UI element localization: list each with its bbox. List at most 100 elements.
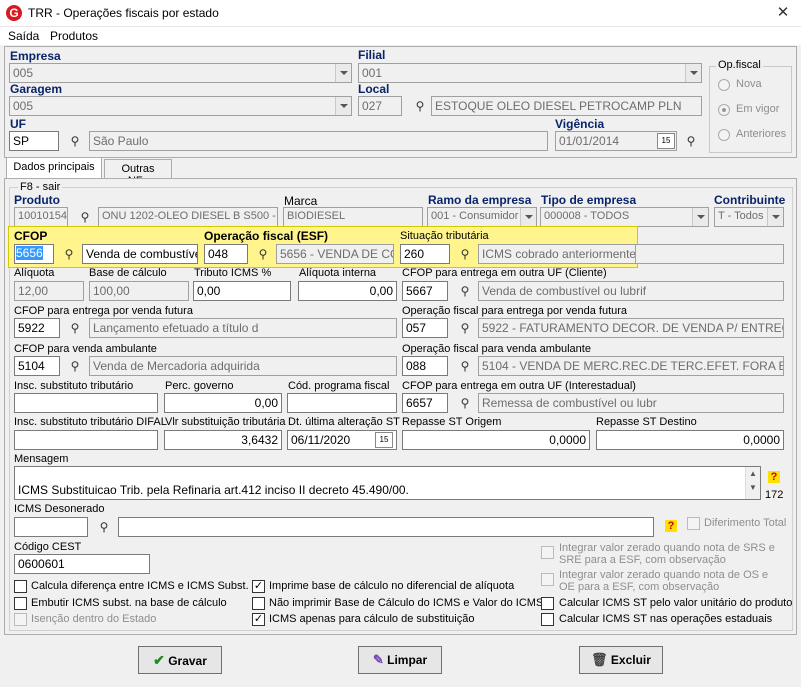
opfiscal-label: Op.fiscal (716, 59, 763, 71)
cfop-outra-uf-code-input[interactable]: 5667 (402, 281, 448, 301)
calcular-st-estaduais-label: Calcular ICMS ST nas operações estaduais (559, 613, 773, 625)
cfop-futura-name-field: Lançamento efetuado a título d (89, 318, 397, 338)
opfiscal-esf-code-input[interactable]: 048 (204, 244, 248, 264)
diferimento-total-checkbox[interactable] (687, 517, 700, 530)
cfop-code-input[interactable]: 5656 (14, 244, 54, 264)
icms-desonerado-code-input[interactable] (14, 517, 88, 537)
cfop-futura-code-input[interactable]: 5922 (14, 318, 60, 338)
uf-code-input[interactable]: SP (9, 131, 59, 151)
aliquota-field[interactable]: 12,00 (14, 281, 84, 301)
icms-apenas-label: ICMS apenas para cálculo de substituição (269, 613, 475, 625)
tipo-empresa-label: Tipo de empresa (541, 193, 637, 207)
op-ambulante-code-input[interactable]: 088 (402, 356, 448, 376)
op-ambulante-binoculars-icon[interactable]: ⚲ (454, 356, 476, 376)
sit-trib-label: Situação tributária (400, 230, 489, 242)
sit-trib-binoculars-icon[interactable]: ⚲ (454, 244, 476, 264)
contribuinte-select[interactable]: T - Todos (714, 207, 784, 227)
local-search-binoculars-icon[interactable]: ⚲ (409, 96, 431, 116)
sit-trib-code-input[interactable]: 260 (400, 244, 450, 264)
ramo-select[interactable]: 001 - Consumidor (427, 207, 537, 227)
cfop-outra-uf-label: CFOP para entrega em outra UF (Cliente) (402, 267, 607, 279)
vigencia-search-binoculars-icon[interactable]: ⚲ (680, 131, 702, 151)
aliquota-interna-input[interactable]: 0,00 (298, 281, 397, 301)
op-futura-code-input[interactable]: 057 (402, 318, 448, 338)
radio-nova[interactable] (718, 79, 730, 91)
mensagem-textarea[interactable]: ICMS Substituicao Trib. pela Refinaria a… (14, 466, 761, 500)
integrar-srs-checkbox[interactable] (541, 546, 554, 559)
calendar-icon[interactable]: 15 (375, 432, 393, 448)
tributo-icms-label: Tributo ICMS % (194, 267, 272, 279)
integrar-os-label: Integrar valor zerado quando nota de OS … (559, 569, 769, 593)
produto-search-binoculars-icon[interactable]: ⚲ (74, 207, 96, 227)
insc-subst-input[interactable] (14, 393, 158, 413)
excluir-button[interactable]: 🗑 Excluir (579, 646, 663, 674)
calcular-st-estaduais-checkbox[interactable] (541, 613, 554, 626)
nao-imprimir-base-checkbox[interactable] (252, 597, 265, 610)
close-window-button[interactable]: ✕ (772, 3, 794, 23)
diferimento-total-label: Diferimento Total (704, 517, 787, 529)
repasse-origem-input[interactable]: 0,0000 (402, 430, 590, 450)
cod-programa-label: Cód. programa fiscal (288, 380, 390, 392)
embutir-icms-checkbox[interactable] (14, 597, 27, 610)
op-futura-binoculars-icon[interactable]: ⚲ (454, 318, 476, 338)
base-calculo-field[interactable]: 100,00 (89, 281, 189, 301)
integrar-os-checkbox[interactable] (541, 573, 554, 586)
empresa-select[interactable]: 005 (9, 63, 352, 83)
isencao-checkbox[interactable] (14, 613, 27, 626)
calcular-st-unitario-label: Calcular ICMS ST pelo valor unitário do … (559, 597, 793, 609)
filial-select[interactable]: 001 (358, 63, 702, 83)
ramo-label: Ramo da empresa (428, 193, 532, 207)
insc-difal-input[interactable] (14, 430, 158, 450)
tributo-icms-input[interactable]: 0,00 (193, 281, 291, 301)
tab-dados-principais[interactable]: Dados principais (6, 157, 102, 179)
icms-apenas-checkbox[interactable]: ✓ (252, 613, 265, 626)
menu-produtos[interactable]: Produtos (50, 29, 98, 43)
cfop-outra-uf-binoculars-icon[interactable]: ⚲ (454, 281, 476, 301)
sit-trib-extension-field (634, 244, 784, 264)
produto-code-input[interactable]: 10010154 (14, 207, 68, 227)
help-icon[interactable]: ? (768, 471, 780, 483)
cfop-futura-binoculars-icon[interactable]: ⚲ (64, 318, 86, 338)
calendar-icon[interactable]: 15 (657, 133, 675, 149)
cfop-interestadual-binoculars-icon[interactable]: ⚲ (454, 393, 476, 413)
mensagem-scrollbar[interactable]: ▲ ▼ (745, 467, 760, 499)
cfop-ambulante-binoculars-icon[interactable]: ⚲ (64, 356, 86, 376)
vlr-subst-input[interactable]: 3,6432 (164, 430, 282, 450)
garagem-select[interactable]: 005 (9, 96, 352, 116)
tab-outras-nfs[interactable]: Outras NFs (104, 159, 172, 187)
repasse-destino-input[interactable]: 0,0000 (596, 430, 784, 450)
vlr-subst-label: Vlr substituição tributária (165, 416, 286, 428)
local-code-input[interactable]: 027 (358, 96, 402, 116)
cfop-ambulante-name-field: Venda de Mercadoria adquirida (89, 356, 397, 376)
calcula-diferenca-checkbox[interactable] (14, 580, 27, 593)
produto-label: Produto (14, 193, 60, 207)
embutir-icms-label: Embutir ICMS subst. na base de cálculo (31, 597, 227, 609)
uf-search-binoculars-icon[interactable]: ⚲ (64, 131, 86, 151)
local-label: Local (358, 82, 390, 96)
radio-em-vigor[interactable] (718, 104, 730, 116)
help-icon[interactable]: ? (665, 520, 677, 532)
imprime-base-checkbox[interactable]: ✓ (252, 580, 265, 593)
opfiscal-esf-label: Operação fiscal (ESF) (204, 229, 329, 243)
insc-difal-label: Insc. substituto tributário DIFAL (14, 416, 167, 428)
limpar-button[interactable]: ✎ Limpar (358, 646, 442, 674)
filial-label: Filial (358, 48, 386, 62)
tipo-empresa-select[interactable]: 000008 - TODOS (540, 207, 709, 227)
aliquota-interna-label: Alíquota interna (299, 267, 377, 279)
opfiscal-esf-binoculars-icon[interactable]: ⚲ (252, 244, 274, 264)
empresa-label: Empresa (10, 49, 61, 63)
aliquota-label: Alíquota (14, 267, 55, 279)
cfop-label: CFOP (14, 229, 48, 243)
garagem-label: Garagem (10, 82, 63, 96)
icms-desonerado-binoculars-icon[interactable]: ⚲ (93, 517, 115, 537)
cest-input[interactable]: 0600601 (14, 554, 150, 574)
cfop-search-binoculars-icon[interactable]: ⚲ (58, 244, 80, 264)
menu-saida[interactable]: Saída (8, 29, 39, 43)
cod-programa-input[interactable] (287, 393, 397, 413)
cfop-ambulante-code-input[interactable]: 5104 (14, 356, 60, 376)
gravar-button[interactable]: ✔ Gravar (138, 646, 222, 674)
perc-governo-input[interactable]: 0,00 (164, 393, 282, 413)
cfop-interestadual-code-input[interactable]: 6657 (402, 393, 448, 413)
calcular-st-unitario-checkbox[interactable] (541, 597, 554, 610)
radio-anteriores[interactable] (718, 129, 730, 141)
